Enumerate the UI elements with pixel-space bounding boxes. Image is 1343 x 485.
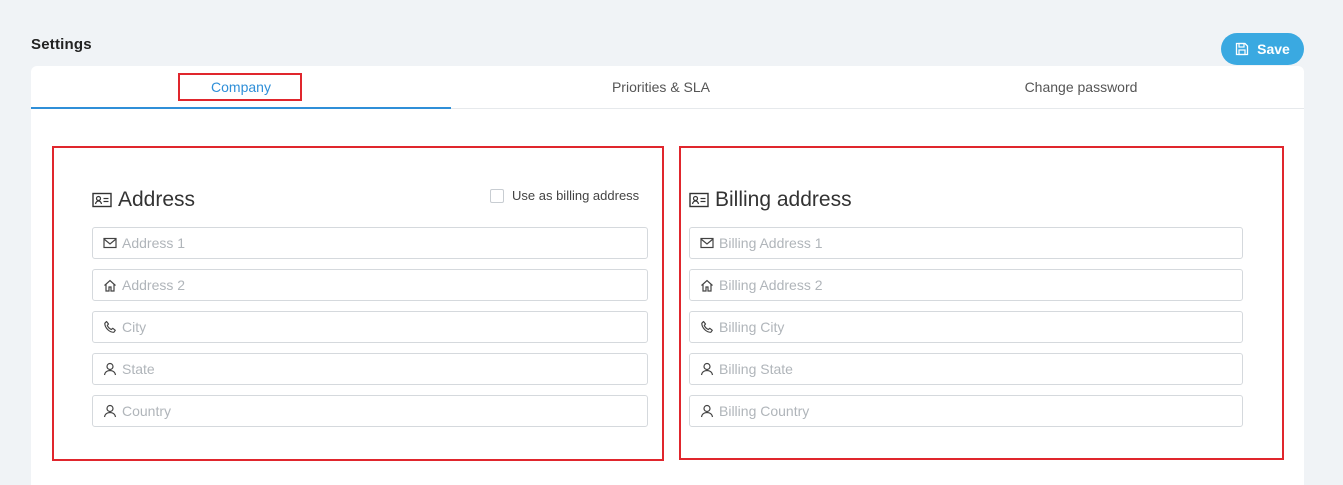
city-input[interactable]	[122, 319, 647, 335]
user-icon	[700, 404, 714, 418]
envelope-icon	[103, 237, 117, 249]
country-field[interactable]	[92, 395, 648, 427]
save-icon	[1235, 42, 1249, 56]
id-card-icon	[689, 192, 709, 208]
phone-icon	[701, 320, 713, 333]
user-icon	[103, 404, 117, 418]
address1-input[interactable]	[122, 235, 647, 251]
tab-label: Company	[211, 78, 271, 95]
use-billing-checkbox[interactable]	[490, 188, 504, 203]
use-billing-row: Use as billing address	[490, 188, 639, 203]
address-heading: Address	[92, 188, 195, 212]
id-card-icon	[92, 192, 112, 208]
tab-change-password[interactable]: Change password	[871, 66, 1291, 108]
user-icon	[700, 362, 714, 376]
phone-icon	[104, 320, 116, 333]
billing-address2-field[interactable]	[689, 269, 1243, 301]
billing-address1-field[interactable]	[689, 227, 1243, 259]
billing-country-field[interactable]	[689, 395, 1243, 427]
billing-title: Billing address	[715, 188, 852, 211]
tab-label: Priorities & SLA	[611, 79, 711, 95]
billing-country-input[interactable]	[719, 403, 1242, 419]
state-field[interactable]	[92, 353, 648, 385]
save-label: Save	[1257, 41, 1290, 57]
user-icon	[103, 362, 117, 376]
billing-state-field[interactable]	[689, 353, 1243, 385]
save-button[interactable]: Save	[1221, 33, 1304, 65]
address-title: Address	[118, 188, 196, 211]
billing-state-input[interactable]	[719, 361, 1242, 377]
address2-input[interactable]	[122, 277, 647, 293]
tab-bar: Company Priorities & SLA Change password	[31, 66, 1304, 109]
billing-address2-input[interactable]	[719, 277, 1242, 293]
state-input[interactable]	[122, 361, 647, 377]
page-title: Settings	[31, 36, 92, 53]
address1-field[interactable]	[92, 227, 648, 259]
home-icon	[104, 279, 116, 292]
tab-label: Change password	[1024, 79, 1138, 95]
home-icon	[701, 279, 713, 292]
envelope-icon	[700, 237, 714, 249]
billing-heading: Billing address	[689, 188, 852, 212]
billing-city-field[interactable]	[689, 311, 1243, 343]
use-billing-label: Use as billing address	[512, 188, 640, 203]
billing-city-input[interactable]	[719, 319, 1242, 335]
tab-company[interactable]: Company	[31, 66, 451, 109]
address2-field[interactable]	[92, 269, 648, 301]
billing-address1-input[interactable]	[719, 235, 1242, 251]
tab-priorities-sla[interactable]: Priorities & SLA	[451, 66, 871, 108]
country-input[interactable]	[122, 403, 647, 419]
city-field[interactable]	[92, 311, 648, 343]
